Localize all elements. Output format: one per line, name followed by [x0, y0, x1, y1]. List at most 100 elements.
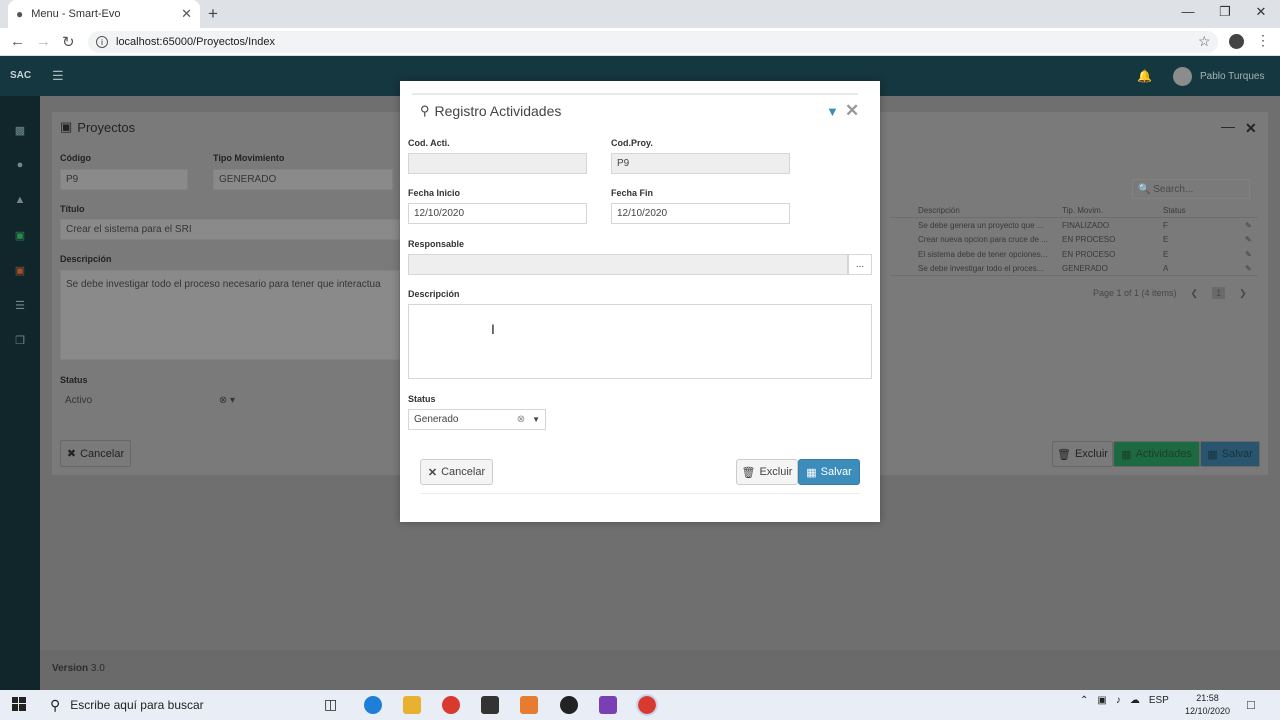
info-icon[interactable]: i [96, 36, 108, 48]
chevron-down-icon[interactable]: ▼ [532, 415, 540, 424]
trash-icon: 🗑 [1057, 448, 1071, 461]
taskbar-search[interactable]: ⚲ Escribe aquí para buscar [40, 690, 312, 720]
panel-close-icon[interactable]: ✕ [1245, 120, 1257, 137]
table-row[interactable]: Se debe investigar todo el proces... GENE… [890, 262, 1258, 276]
table-row[interactable]: El sistema debe de tener opciones... EN P… [890, 247, 1258, 262]
page-number[interactable]: 1 [1212, 287, 1226, 299]
file-explorer-icon[interactable] [403, 696, 421, 714]
table-search[interactable]: 🔍 Search... [1132, 179, 1250, 199]
status-select[interactable]: Activo ⊗ ▾ [60, 390, 240, 411]
language-indicator[interactable]: ESP [1149, 695, 1169, 706]
cod-acti-label: Cod. Acti. [408, 138, 450, 148]
clear-icon[interactable]: ⊗ ▾ [219, 395, 235, 406]
edit-icon[interactable]: ✎ [1245, 235, 1252, 244]
hamburger-icon[interactable]: ☰ [52, 68, 64, 84]
status-label: Status [60, 375, 88, 385]
bell-icon[interactable]: 🔔 [1137, 69, 1152, 83]
filter-icon[interactable]: ▼ [826, 104, 839, 119]
sitemap-icon[interactable]: ▲ [12, 194, 28, 206]
user-avatar[interactable] [1173, 67, 1192, 86]
panel-minimize-icon[interactable]: — [1221, 118, 1235, 134]
url-text: localhost:65000/Proyectos/Index [116, 36, 275, 48]
panel-save-button[interactable]: ▦ Salvar [1200, 441, 1260, 467]
reload-icon[interactable]: ↻ [62, 33, 75, 51]
search-icon: 🔍 [1138, 183, 1154, 195]
modal-close-icon[interactable]: ✕ [845, 101, 859, 121]
users-icon[interactable]: ● [12, 159, 28, 171]
pager: Page 1 of 1 (4 items) ❮ 1 ❯ [1093, 287, 1247, 299]
projects-icon[interactable]: ▣ [12, 229, 28, 242]
clear-icon[interactable]: ⊗ [517, 414, 525, 425]
store-icon[interactable] [481, 696, 499, 714]
notifications-icon[interactable]: □ [1247, 697, 1255, 712]
edit-icon[interactable]: ✎ [1245, 264, 1252, 273]
forward-icon[interactable]: → [36, 33, 51, 50]
tipo-label: Tipo Movimiento [213, 153, 285, 163]
codigo-field[interactable]: P9 [60, 169, 188, 190]
user-name[interactable]: Pablo Turques [1200, 71, 1265, 82]
descripcion-field[interactable]: Se debe investigar todo el proceso neces… [60, 270, 400, 360]
restore-icon[interactable]: ❐ [1215, 4, 1235, 20]
media-icon[interactable] [520, 696, 538, 714]
sidebar [0, 96, 40, 690]
chrome-active-icon[interactable] [636, 694, 658, 716]
network-icon[interactable]: ▣ [1097, 695, 1106, 706]
text-cursor-icon: I [491, 321, 495, 337]
window-close-icon[interactable]: ✕ [1251, 4, 1271, 20]
fecha-fin-label: Fecha Fin [611, 188, 654, 198]
visual-studio-icon[interactable] [599, 696, 617, 714]
chevron-up-icon[interactable]: ⌃ [1080, 695, 1088, 706]
fecha-fin-field[interactable]: 12/10/2020 [611, 203, 790, 224]
browser-tab[interactable]: ● Menu - Smart-Evo ✕ [8, 0, 200, 28]
tipo-field[interactable]: GENERADO [213, 169, 393, 190]
titulo-field[interactable]: Crear el sistema para el SRI [60, 219, 400, 240]
modal-cancel-button[interactable]: ✕ Cancelar [420, 459, 493, 485]
panel-cancel-button[interactable]: ✖ Cancelar [60, 440, 131, 467]
edit-icon[interactable]: ✎ [1245, 250, 1252, 259]
bookmark-star-icon[interactable]: ☆ [1198, 33, 1211, 50]
modal-footer-divider [420, 493, 860, 494]
responsable-label: Responsable [408, 239, 465, 249]
volume-icon[interactable]: ♪ [1116, 695, 1121, 706]
cod-acti-field[interactable] [408, 153, 587, 174]
table-row[interactable]: Se debe genera un proyecto que ... FINALI… [890, 218, 1258, 233]
copy-icon[interactable]: ❐ [12, 334, 28, 347]
panel-activities-button[interactable]: ▦ Actividades [1113, 441, 1200, 467]
panel-delete-button[interactable]: 🗑 Excluir [1052, 441, 1113, 467]
fecha-inicio-field[interactable]: 12/10/2020 [408, 203, 587, 224]
windows-start-icon[interactable] [12, 697, 26, 711]
titulo-label: Título [60, 204, 85, 214]
minimize-icon[interactable]: — [1178, 4, 1198, 19]
list-icon[interactable]: ☰ [12, 299, 28, 312]
task-view-icon[interactable]: ◫ [324, 696, 342, 714]
obs-icon[interactable] [560, 696, 578, 714]
edit-icon[interactable]: ✎ [1245, 221, 1252, 230]
activities-icon[interactable]: ▣ [12, 264, 28, 277]
codigo-label: Código [60, 153, 91, 163]
new-tab-button[interactable]: + [208, 4, 218, 24]
project-icon: ▣ [60, 119, 73, 134]
browser-menu-icon[interactable]: ⋮ [1256, 32, 1270, 49]
back-icon[interactable]: ← [10, 33, 25, 50]
tab-close-icon[interactable]: ✕ [181, 6, 192, 22]
descripcion-textarea[interactable] [408, 304, 872, 379]
chrome-icon[interactable] [442, 696, 460, 714]
times-icon: ✖ [66, 448, 77, 460]
address-bar[interactable]: i localhost:65000/Proyectos/Index [88, 31, 1218, 53]
status-select[interactable]: Generado ⊗ ▼ [408, 409, 546, 430]
cod-proy-field[interactable]: P9 [611, 153, 790, 174]
modal-save-button[interactable]: ▦ Salvar [798, 459, 860, 485]
cloud-icon[interactable]: ☁ [1130, 695, 1140, 706]
responsable-field[interactable] [408, 254, 848, 275]
clock[interactable]: 21:58 12/10/2020 [1185, 692, 1230, 718]
brand-logo[interactable]: SAC [10, 70, 31, 81]
modal-delete-button[interactable]: 🗑 Excluir [736, 459, 798, 485]
prev-page-icon[interactable]: ❮ [1191, 288, 1199, 299]
responsable-lookup-button[interactable]: ... [848, 254, 872, 275]
profile-avatar-icon[interactable] [1229, 34, 1244, 49]
search-icon: ⚲ [420, 103, 430, 118]
next-page-icon[interactable]: ❯ [1239, 288, 1247, 299]
chart-icon[interactable]: ▩ [12, 124, 28, 137]
edge-icon[interactable] [364, 696, 382, 714]
table-row[interactable]: Crear nueva opcion para cruce de ... EN P… [890, 233, 1258, 248]
